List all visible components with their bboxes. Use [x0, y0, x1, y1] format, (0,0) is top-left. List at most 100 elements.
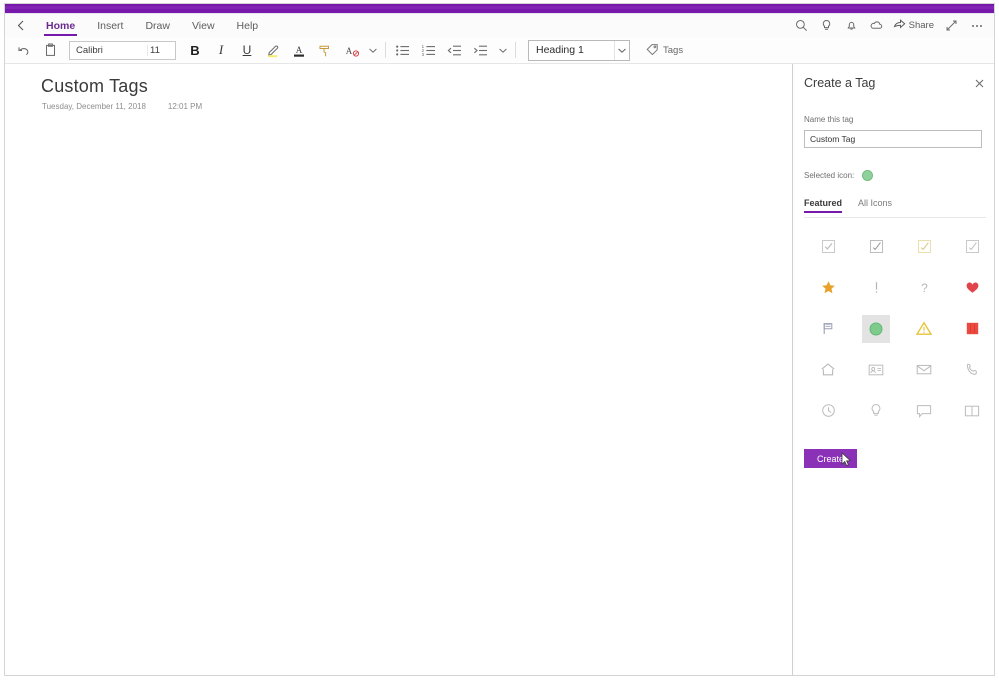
icon-option-clock[interactable]: [804, 390, 852, 431]
tab-draw-label: Draw: [145, 19, 170, 32]
tags-button[interactable]: Tags: [642, 39, 687, 61]
page-date: Tuesday, December 11, 2018: [42, 102, 146, 111]
icon-option-checkbox-todo[interactable]: [804, 226, 852, 267]
selected-icon-label: Selected icon:: [804, 171, 855, 180]
format-painter-icon[interactable]: [312, 38, 338, 62]
paragraph-style-dropdown[interactable]: Heading 1: [528, 39, 630, 61]
icon-option-exclamation[interactable]: [852, 267, 900, 308]
red-square-icon: [958, 315, 986, 343]
paragraph-style-value: Heading 1: [536, 44, 584, 56]
icon-option-star[interactable]: [804, 267, 852, 308]
tab-help[interactable]: Help: [226, 14, 270, 37]
icon-option-checkbox-yellow[interactable]: [900, 226, 948, 267]
pane-title: Create a Tag: [804, 76, 876, 90]
close-icon[interactable]: [972, 76, 986, 90]
tab-help-label: Help: [236, 19, 259, 32]
toolbar-divider: [385, 42, 386, 58]
bold-button[interactable]: B: [182, 38, 208, 62]
icon-option-question-mark[interactable]: ?: [900, 267, 948, 308]
svg-text:A: A: [345, 46, 352, 56]
tab-home[interactable]: Home: [35, 14, 86, 37]
paragraph-more-chevron-down-icon[interactable]: [494, 38, 511, 62]
decrease-indent-icon[interactable]: [442, 38, 468, 62]
envelope-icon: [910, 356, 938, 384]
lightbulb-icon[interactable]: [815, 15, 838, 37]
icon-option-contact-card[interactable]: [852, 349, 900, 390]
tab-insert[interactable]: Insert: [86, 14, 134, 37]
tab-view[interactable]: View: [181, 14, 226, 37]
font-size-input[interactable]: 11: [147, 44, 175, 56]
tab-featured-label: Featured: [804, 198, 843, 208]
icon-option-checkbox-outline[interactable]: [948, 226, 994, 267]
back-chevron-icon[interactable]: [5, 15, 35, 37]
italic-button[interactable]: I: [208, 38, 234, 62]
home-icon: [814, 356, 842, 384]
chevron-down-icon[interactable]: [614, 40, 629, 60]
bulleted-list-icon[interactable]: [390, 38, 416, 62]
highlighter-icon[interactable]: [260, 38, 286, 62]
svg-text:3: 3: [422, 52, 425, 57]
font-more-chevron-down-icon[interactable]: [364, 38, 381, 62]
page-title[interactable]: Custom Tags: [41, 76, 148, 97]
note-canvas[interactable]: Custom Tags Tuesday, December 11, 2018 1…: [5, 64, 793, 675]
tab-all-icons[interactable]: All Icons: [858, 198, 892, 212]
icon-option-envelope[interactable]: [900, 349, 948, 390]
selected-icon-row: Selected icon:: [804, 170, 986, 181]
icon-grid: ?: [804, 226, 986, 431]
icon-option-heart[interactable]: [948, 267, 994, 308]
checkbox-todo-icon: [814, 233, 842, 261]
page-time: 12:01 PM: [167, 102, 203, 111]
icon-option-red-square[interactable]: [948, 308, 994, 349]
numbered-list-icon[interactable]: 123: [416, 38, 442, 62]
ribbon-right-actions: Share: [790, 15, 994, 37]
bell-icon[interactable]: [840, 15, 863, 37]
ribbon-tab-strip: Home Insert Draw View Help Share: [5, 14, 994, 37]
more-ellipsis-icon[interactable]: [965, 15, 988, 37]
icon-option-flag[interactable]: [804, 308, 852, 349]
clock-icon: [814, 397, 842, 425]
underline-button[interactable]: U: [234, 38, 260, 62]
font-name-input[interactable]: Calibri: [70, 45, 147, 56]
star-icon: [814, 274, 842, 302]
icon-option-lightbulb[interactable]: [852, 390, 900, 431]
exclamation-icon: [862, 274, 890, 302]
undo-icon[interactable]: [11, 38, 37, 62]
share-button[interactable]: Share: [890, 15, 938, 37]
clipboard-paste-icon[interactable]: [37, 38, 63, 62]
toolbar-divider-2: [515, 42, 516, 58]
tab-home-label: Home: [46, 19, 76, 32]
window-frame: Home Insert Draw View Help Share Calibri…: [4, 3, 995, 676]
onenote-window: Home Insert Draw View Help Share Calibri…: [0, 0, 999, 683]
title-bar-sheen: [5, 6, 994, 9]
icon-option-comment-bubble[interactable]: [900, 390, 948, 431]
page-timestamp: Tuesday, December 11, 2018 12:01 PM: [42, 102, 202, 111]
icon-option-green-circle[interactable]: [852, 308, 900, 349]
icon-option-checkbox-checked[interactable]: [852, 226, 900, 267]
comment-bubble-icon: [910, 397, 938, 425]
cloud-icon[interactable]: [865, 15, 888, 37]
tag-name-input[interactable]: [804, 130, 982, 148]
icon-option-home[interactable]: [804, 349, 852, 390]
icon-option-book[interactable]: [948, 390, 994, 431]
icon-option-warning-triangle[interactable]: [900, 308, 948, 349]
title-bar: [5, 4, 994, 14]
font-color-icon[interactable]: A: [286, 38, 312, 62]
flag-icon: [814, 315, 842, 343]
checkbox-checked-icon: [862, 233, 890, 261]
font-controls: Calibri 11: [69, 40, 176, 60]
create-button[interactable]: Create: [804, 449, 857, 468]
book-icon: [958, 397, 986, 425]
tab-draw[interactable]: Draw: [134, 14, 181, 37]
tab-featured[interactable]: Featured: [804, 198, 843, 213]
clear-formatting-icon[interactable]: A: [338, 38, 364, 62]
icon-option-phone[interactable]: [948, 349, 994, 390]
heart-icon: [958, 274, 986, 302]
expand-icon[interactable]: [940, 15, 963, 37]
checkbox-outline-icon: [958, 233, 986, 261]
increase-indent-icon[interactable]: [468, 38, 494, 62]
search-icon[interactable]: [790, 15, 813, 37]
tab-all-icons-label: All Icons: [858, 198, 893, 208]
lightbulb-icon: [862, 397, 890, 425]
tag-icon: [646, 43, 659, 58]
share-label: Share: [908, 20, 934, 31]
